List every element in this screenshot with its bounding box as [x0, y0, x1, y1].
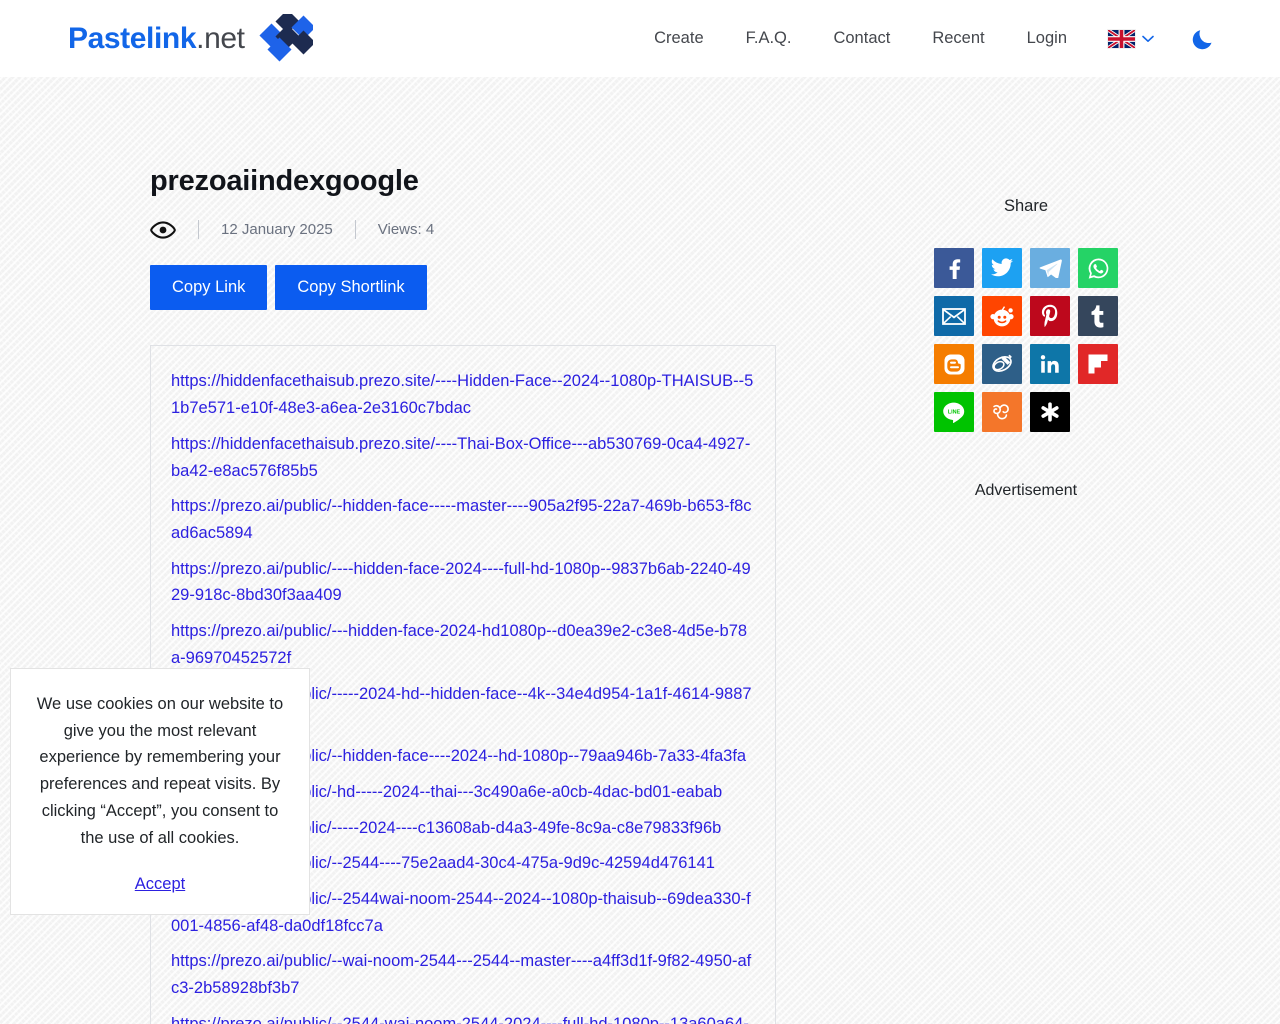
- share-linkedin-button[interactable]: [1030, 344, 1070, 384]
- paste-link[interactable]: https://hiddenfacethaisub.prezo.site/---…: [171, 368, 755, 421]
- uk-flag-icon: [1108, 29, 1135, 48]
- whatsapp-icon: [1088, 258, 1108, 279]
- paste-link[interactable]: https://hiddenfacethaisub.prezo.site/---…: [171, 431, 755, 484]
- share-diigo-button[interactable]: [982, 344, 1022, 384]
- share-pinterest-button[interactable]: [1030, 296, 1070, 336]
- paste-link[interactable]: https://prezo.ai/public/--wai-noom-2544-…: [171, 948, 755, 1001]
- copy-shortlink-button[interactable]: Copy Shortlink: [275, 265, 427, 311]
- main-navigation: Create F.A.Q. Contact Recent Login: [633, 16, 1224, 62]
- share-email-button[interactable]: [934, 296, 974, 336]
- paste-link[interactable]: https://prezo.ai/public/---hidden-face-2…: [171, 618, 755, 671]
- meta-divider-1: [198, 220, 199, 239]
- pinterest-icon: [1041, 304, 1058, 327]
- share-twitter-button[interactable]: [982, 248, 1022, 288]
- share-heading: Share: [1003, 197, 1049, 215]
- share-tumblr-button[interactable]: [1078, 296, 1118, 336]
- share-facebook-button[interactable]: [934, 248, 974, 288]
- brand-logo[interactable]: Pastelink.net: [68, 13, 313, 64]
- cookie-consent-banner: We use cookies on our website to give yo…: [10, 668, 310, 916]
- copy-button-row: Copy Link Copy Shortlink: [150, 265, 776, 311]
- line-icon: LINE: [943, 402, 965, 423]
- page-title: prezoaiindexgoogle: [150, 165, 419, 197]
- share-whatsapp-button[interactable]: [1078, 248, 1118, 288]
- share-sidebar: Share LINE Advertisement: [876, 77, 1176, 1024]
- brand-primary-text: Pastelink: [68, 21, 197, 55]
- nav-item-login[interactable]: Login: [1006, 19, 1088, 58]
- cookie-accept-link[interactable]: Accept: [135, 875, 185, 894]
- nav-item-recent[interactable]: Recent: [911, 19, 1005, 58]
- share-mix-button[interactable]: [982, 392, 1022, 432]
- reddit-icon: [990, 306, 1014, 327]
- eye-icon: [150, 220, 176, 239]
- site-header: Pastelink.net Create F.A.Q. Contact Rece…: [0, 0, 1280, 77]
- diigo-icon: [992, 354, 1012, 372]
- linkedin-icon: [1040, 355, 1059, 373]
- blogger-icon: [944, 354, 964, 374]
- share-telegram-button[interactable]: [1030, 248, 1070, 288]
- svg-text:LINE: LINE: [948, 409, 961, 415]
- paste-date: 12 January 2025: [221, 221, 333, 238]
- nav-item-create[interactable]: Create: [633, 19, 725, 58]
- paste-views: Views: 4: [377, 221, 435, 238]
- email-icon: [942, 307, 966, 325]
- telegram-icon: [1039, 259, 1062, 278]
- twitter-icon: [991, 258, 1013, 277]
- flipboard-icon: [1088, 354, 1108, 374]
- paste-link[interactable]: https://prezo.ai/public/--2544-wai-noom-…: [171, 1011, 755, 1024]
- share-line-button[interactable]: LINE: [934, 392, 974, 432]
- cookie-message: We use cookies on our website to give yo…: [36, 695, 284, 847]
- nav-item-faq[interactable]: F.A.Q.: [725, 19, 813, 58]
- nav-item-contact[interactable]: Contact: [812, 19, 911, 58]
- mix-icon: [993, 404, 1009, 420]
- diamond-grid-logo-icon: [259, 13, 313, 62]
- language-selector[interactable]: [1088, 20, 1168, 58]
- brand-wordmark: Pastelink.net: [68, 22, 245, 56]
- share-addthis-button[interactable]: [1030, 392, 1070, 432]
- paste-link[interactable]: https://prezo.ai/public/----hidden-face-…: [171, 556, 755, 609]
- meta-divider-2: [354, 220, 356, 239]
- asterisk-icon: [1041, 402, 1059, 422]
- paste-link[interactable]: https://prezo.ai/public/--hidden-face---…: [171, 493, 755, 546]
- paste-meta-row: 12 January 2025 Views: 4: [150, 220, 776, 239]
- moon-icon: [1192, 29, 1212, 49]
- share-button-grid: LINE: [876, 248, 1176, 432]
- tumblr-icon: [1091, 304, 1104, 328]
- theme-toggle-button[interactable]: [1168, 16, 1224, 62]
- advertisement-label: Advertisement: [974, 482, 1078, 499]
- share-blogger-button[interactable]: [934, 344, 974, 384]
- share-flipboard-button[interactable]: [1078, 344, 1118, 384]
- chevron-down-icon: [1142, 35, 1154, 42]
- share-reddit-button[interactable]: [982, 296, 1022, 336]
- copy-link-button[interactable]: Copy Link: [150, 265, 268, 311]
- brand-secondary-text: .net: [196, 21, 245, 55]
- facebook-icon: [949, 259, 961, 279]
